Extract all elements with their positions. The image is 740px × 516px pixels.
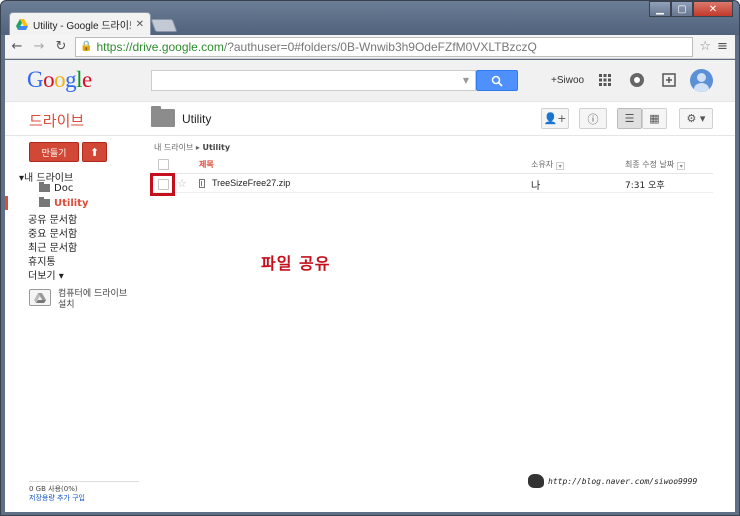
current-folder-title: Utility xyxy=(182,112,212,126)
file-name[interactable]: TreeSizeFree27.zip xyxy=(212,178,290,188)
pc-link-line2: 설치 xyxy=(58,300,75,310)
folder-icon xyxy=(39,197,50,207)
reload-icon[interactable]: ↻ xyxy=(53,39,69,55)
drive-page: Google ▼ +Siwoo 드라이브 Utility 👤+ ⓘ ☰ ▦ ⚙ … xyxy=(5,60,735,512)
column-title[interactable]: 제목 xyxy=(199,159,214,170)
browser-tab[interactable]: Utility - Google 드라이브 ✕ xyxy=(9,12,151,36)
upload-button[interactable]: ⬆ xyxy=(82,142,107,162)
menu-icon[interactable]: ≡ xyxy=(717,39,731,54)
column-owner-label: 소유자 xyxy=(531,160,554,169)
storage-divider xyxy=(29,481,139,482)
url-secure-part: https://drive.google.com xyxy=(96,39,224,54)
browser-window: Utility - Google 드라이브 ✕ ▁ ▢ ✕ ← → ↻ 🔒 ht… xyxy=(0,0,740,516)
details-button[interactable]: ⓘ xyxy=(579,108,607,129)
share-plus-icon[interactable] xyxy=(661,72,677,88)
drive-title[interactable]: 드라이브 xyxy=(29,110,84,131)
grid-view-button[interactable]: ▦ xyxy=(642,108,667,129)
drive-for-pc-icon[interactable] xyxy=(29,289,51,306)
grid-view-icon: ▦ xyxy=(649,112,660,125)
header-divider xyxy=(5,135,735,136)
storage-usage: 0 GB 사용(0%) xyxy=(29,485,78,493)
checkbox-highlight-box xyxy=(150,173,175,196)
window-controls: ▁ ▢ ✕ xyxy=(649,1,733,17)
breadcrumb: 내 드라이브 ▸ Utility xyxy=(154,142,230,153)
user-name-link[interactable]: +Siwoo xyxy=(551,75,584,86)
search-icon xyxy=(491,75,503,87)
settings-button[interactable]: ⚙ ▾ xyxy=(679,108,713,129)
folder-icon xyxy=(151,106,175,127)
bookmark-star-icon[interactable]: ☆ xyxy=(699,39,711,54)
list-header: 제목 소유자 ▾ 최종 수정 날짜 ▾ xyxy=(151,155,713,174)
column-modified[interactable]: 최종 수정 날짜 ▾ xyxy=(625,159,686,170)
sidebar-folder-doc[interactable]: Doc xyxy=(39,182,74,194)
star-icon[interactable]: ☆ xyxy=(177,177,187,190)
browser-toolbar: ← → ↻ 🔒 https://drive.google.com/?authus… xyxy=(5,35,735,59)
forward-icon[interactable]: → xyxy=(31,39,47,55)
watermark-text: http://blog.naver.com/siwoo9999 xyxy=(548,476,698,486)
breadcrumb-current: Utility xyxy=(202,143,231,152)
upload-icon: ⬆ xyxy=(89,145,100,159)
tab-title: Utility - Google 드라이브 xyxy=(33,21,131,32)
url-path: /?authuser=0#folders/0B-Wnwib3h9OdeFZfM0… xyxy=(223,39,537,54)
title-bar: Utility - Google 드라이브 ✕ ▁ ▢ ✕ xyxy=(1,1,739,36)
create-button[interactable]: 만들기 xyxy=(29,142,79,162)
google-bar: Google ▼ +Siwoo xyxy=(5,60,735,102)
sidebar-item-recent[interactable]: 최근 문서함 xyxy=(28,239,77,254)
storage-info: 0 GB 사용(0%) 저장용량 추가 구입 xyxy=(29,485,85,503)
list-view-button[interactable]: ☰ xyxy=(617,108,642,129)
file-modified: 7:31 오후 xyxy=(625,181,665,191)
watermark-logo-icon xyxy=(528,474,544,488)
share-folder-button[interactable]: 👤+ xyxy=(541,108,569,129)
back-icon[interactable]: ← xyxy=(9,39,25,55)
drive-favicon-icon xyxy=(16,19,28,30)
drive-for-pc-link[interactable]: 컴퓨터에 드라이브 설치 xyxy=(58,289,127,311)
search-button[interactable] xyxy=(476,70,518,91)
column-modified-label: 최종 수정 날짜 xyxy=(625,160,675,169)
minimize-icon[interactable]: ▁ xyxy=(649,1,671,17)
pc-link-line1: 컴퓨터에 드라이브 xyxy=(58,289,128,299)
add-person-icon: 👤+ xyxy=(543,112,567,125)
new-tab-button[interactable] xyxy=(150,19,178,32)
tab-close-icon[interactable]: ✕ xyxy=(136,19,144,30)
folder-icon xyxy=(39,182,50,192)
sidebar-item-trash[interactable]: 휴지통 xyxy=(28,253,56,268)
annotation-text: 파일 공유 xyxy=(261,254,331,273)
buy-storage-link[interactable]: 저장용량 추가 구입 xyxy=(29,494,85,503)
google-logo[interactable]: Google xyxy=(27,67,92,93)
sidebar-item-label: Doc xyxy=(54,183,74,194)
sidebar-item-shared[interactable]: 공유 문서함 xyxy=(28,211,77,226)
zip-file-icon xyxy=(199,179,205,188)
column-owner[interactable]: 소유자 ▾ xyxy=(531,159,565,170)
apps-grid-icon[interactable] xyxy=(597,72,613,88)
select-all-checkbox[interactable] xyxy=(158,159,169,170)
info-icon: ⓘ xyxy=(587,112,599,126)
sidebar-item-label: Utility xyxy=(54,198,89,209)
avatar[interactable] xyxy=(690,69,713,92)
gear-icon: ⚙ ▾ xyxy=(686,112,706,125)
blog-watermark: http://blog.naver.com/siwoo9999 xyxy=(528,474,697,488)
sidebar-item-my-drive[interactable]: ▾내 드라이브 xyxy=(19,169,73,184)
close-icon[interactable]: ✕ xyxy=(693,1,733,17)
table-row[interactable]: ☆ TreeSizeFree27.zip 나 7:31 오후 xyxy=(151,175,713,193)
notifications-icon[interactable] xyxy=(629,72,645,88)
address-bar[interactable]: 🔒 https://drive.google.com/?authuser=0#f… xyxy=(75,36,694,57)
sidebar-folder-utility[interactable]: Utility xyxy=(39,197,89,209)
search-options-icon[interactable]: ▼ xyxy=(463,76,469,85)
search-input[interactable]: ▼ xyxy=(151,70,476,91)
file-owner: 나 xyxy=(531,181,541,192)
active-indicator xyxy=(5,196,8,210)
column-menu-icon[interactable]: ▾ xyxy=(677,162,686,170)
maximize-icon[interactable]: ▢ xyxy=(671,1,693,17)
sidebar-item-starred[interactable]: 중요 문서함 xyxy=(28,225,77,240)
lock-icon: 🔒 xyxy=(80,41,93,52)
sidebar-item-more[interactable]: 더보기 ▾ xyxy=(28,267,64,282)
column-menu-icon[interactable]: ▾ xyxy=(556,162,565,170)
list-view-icon: ☰ xyxy=(624,112,635,125)
breadcrumb-root[interactable]: 내 드라이브 xyxy=(154,143,193,152)
